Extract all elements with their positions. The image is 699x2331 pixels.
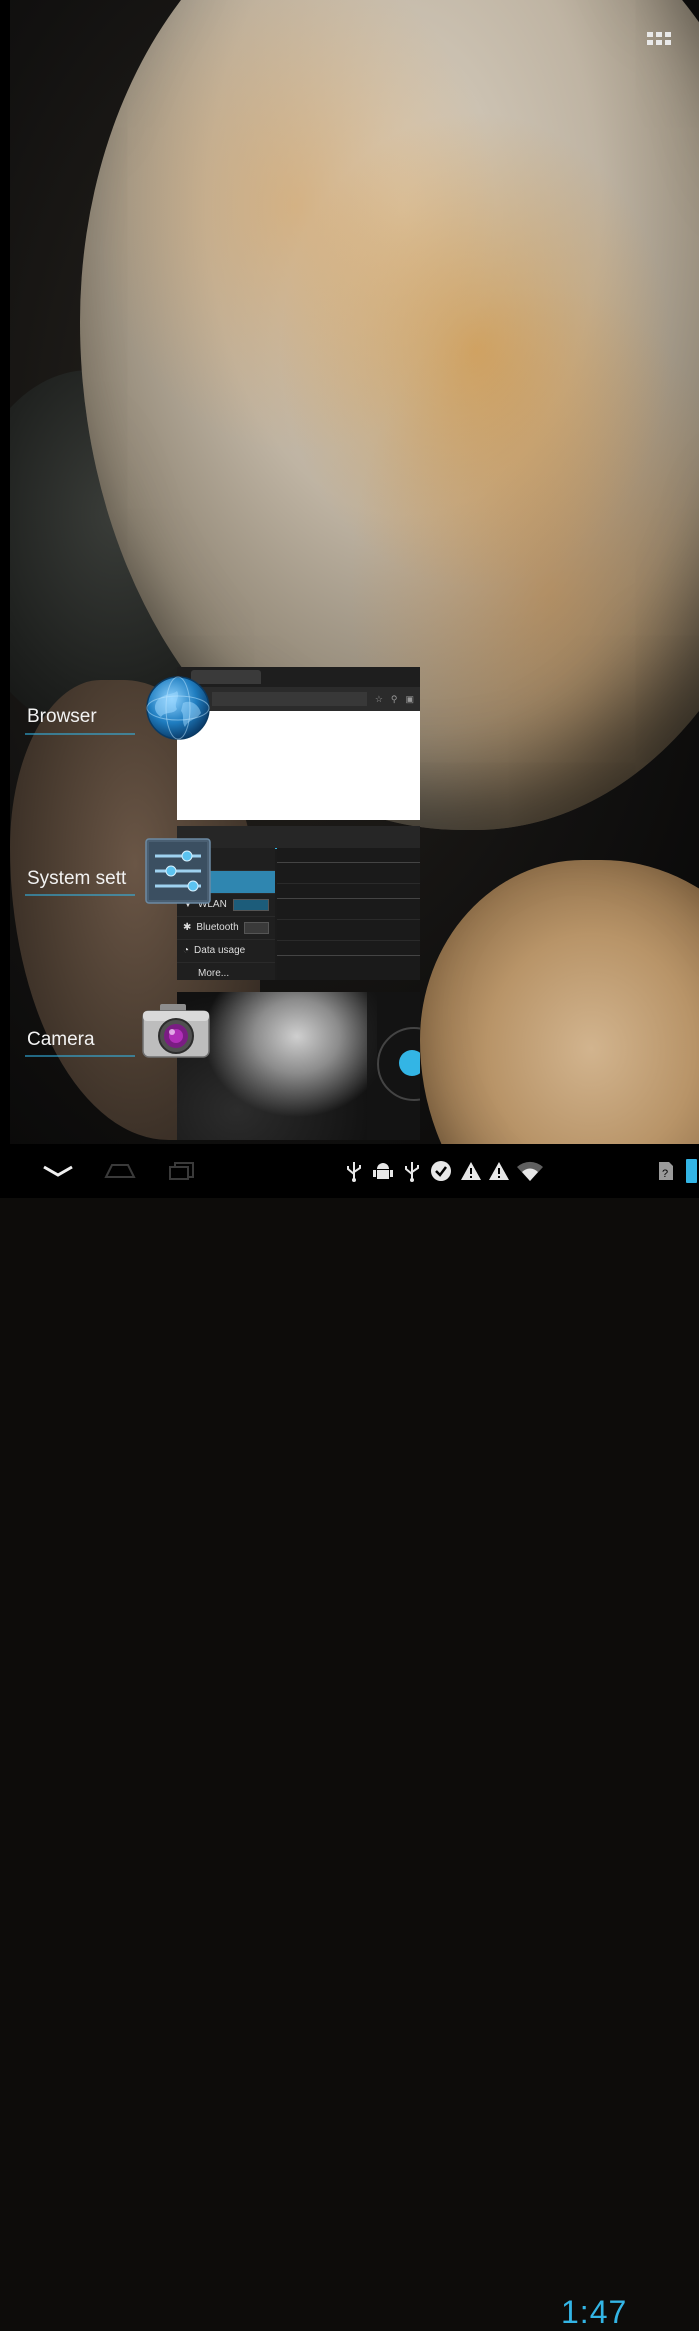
android-debug-icon[interactable]: [371, 1160, 395, 1182]
settings-thumbnail[interactable]: ▼ WLAN ✱ Bluetooth ◔ Data usage More...: [177, 826, 420, 980]
settings-sliders-icon: [145, 838, 211, 904]
settings-detail-pane: [277, 848, 420, 980]
status-clock[interactable]: 1:47: [561, 2294, 627, 2331]
settings-row-more: More...: [177, 963, 275, 980]
label-underline: [25, 733, 135, 735]
bluetooth-small-icon: ✱: [183, 922, 192, 933]
camera-icon: [142, 1004, 210, 1058]
browser-thumbnail[interactable]: ✕●☆⚲▣: [177, 667, 420, 820]
globe-icon: [146, 676, 210, 740]
recent-apps-icon: [169, 1162, 194, 1180]
home-button[interactable]: [92, 1144, 148, 1198]
browser-tab-strip: [177, 667, 420, 687]
recent-app-label: Browser: [27, 706, 97, 727]
check-circle-icon[interactable]: [429, 1160, 453, 1182]
battery-icon[interactable]: [684, 1159, 699, 1183]
back-button[interactable]: [30, 1144, 86, 1198]
usb-icon[interactable]: [401, 1160, 423, 1182]
label-underline: [25, 894, 135, 896]
browser-url-bar: ✕●☆⚲▣: [177, 687, 420, 711]
back-icon: [43, 1165, 73, 1177]
wallpaper-bottom-stone: [420, 860, 699, 1144]
screen-edge: [0, 0, 10, 1144]
settings-row-label: Data usage: [194, 945, 246, 956]
warning-icon[interactable]: [487, 1160, 511, 1182]
label-underline: [25, 1055, 135, 1057]
settings-header: [177, 826, 420, 849]
bluetooth-toggle: [243, 922, 269, 934]
system-bar: 1:47 ?: [0, 1144, 699, 2330]
wifi-icon[interactable]: [515, 1160, 545, 1182]
no-sim-icon[interactable]: ?: [655, 1160, 677, 1182]
recent-app-label: System sett: [27, 868, 127, 889]
settings-row-label: Bluetooth: [196, 922, 239, 933]
settings-row-data-usage: ◔ Data usage: [177, 940, 275, 963]
all-apps-grid-icon[interactable]: [645, 26, 673, 54]
svg-text:?: ?: [662, 1168, 668, 1180]
data-usage-small-icon: ◔: [183, 945, 190, 956]
recent-app-label: Camera: [27, 1029, 95, 1050]
home-icon: [104, 1164, 136, 1178]
warning-icon[interactable]: [459, 1160, 483, 1182]
usb-icon[interactable]: [343, 1160, 365, 1182]
wlan-toggle: [233, 899, 269, 911]
settings-row-bluetooth: ✱ Bluetooth: [177, 917, 275, 940]
camera-shutter-button: [399, 1050, 420, 1076]
settings-row-label: More...: [198, 968, 230, 979]
recent-apps-button[interactable]: [154, 1144, 210, 1198]
camera-thumbnail[interactable]: [177, 992, 420, 1140]
